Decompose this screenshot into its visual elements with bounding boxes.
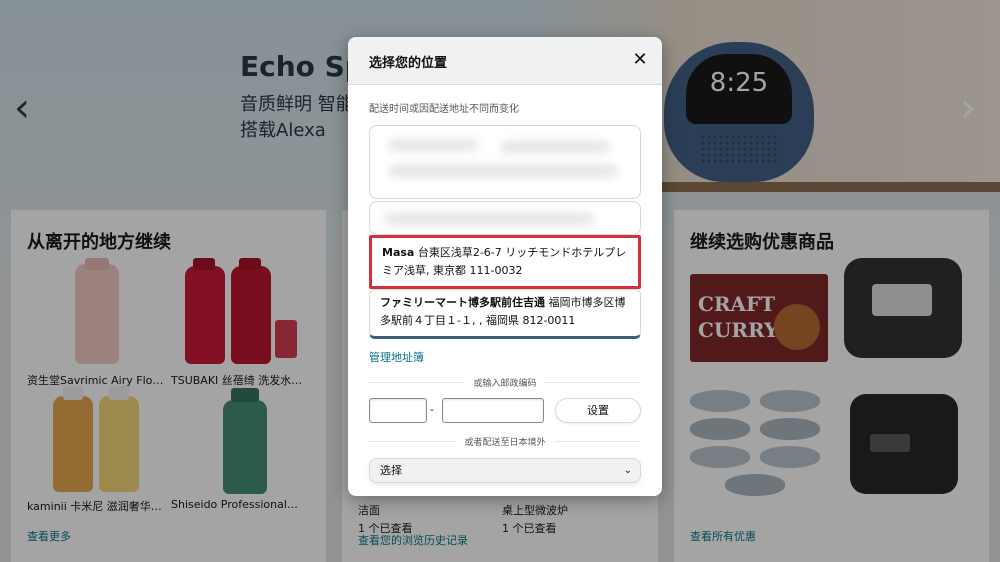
manage-address-book-link[interactable]: 管理地址簿 bbox=[369, 349, 424, 365]
country-select[interactable]: 选择 ⌄ bbox=[369, 458, 641, 483]
chevron-down-icon: ⌄ bbox=[623, 465, 632, 476]
close-icon[interactable]: ✕ bbox=[630, 50, 650, 70]
zip-divider-text: 或输入邮政编码 bbox=[465, 379, 545, 389]
address-detail: 台東区浅草2-6-7 リッチモンドホテルプレミア浅草, 東京都 111-0032 bbox=[382, 246, 627, 277]
modal-header: 选择您的位置 ✕ bbox=[348, 37, 662, 85]
address-option-blurred-2[interactable] bbox=[369, 201, 641, 235]
country-select-value: 选择 bbox=[380, 464, 402, 477]
address-option-blurred[interactable] bbox=[369, 125, 641, 199]
zip-divider-label: 或输入邮政编码 bbox=[348, 376, 662, 389]
address-option-selected[interactable]: Masa 台東区浅草2-6-7 リッチモンドホテルプレミア浅草, 東京都 111… bbox=[369, 235, 641, 289]
address-name: Masa bbox=[382, 246, 415, 259]
address-name: ファミリーマート博多駅前住吉通 bbox=[380, 296, 545, 309]
zip-second-field[interactable] bbox=[442, 398, 544, 423]
location-modal: 选择您的位置 ✕ 配送时间或因配送地址不同而变化 Masa 台東区浅草2-6-7… bbox=[348, 37, 662, 496]
address-option[interactable]: ファミリーマート博多駅前住吉通 福岡市博多区博多駅前４丁目１-１, , 福岡県 … bbox=[369, 289, 641, 339]
intl-divider-label: 或者配送至日本境外 bbox=[348, 435, 662, 448]
zip-dash: - bbox=[430, 403, 434, 416]
modal-title: 选择您的位置 bbox=[369, 56, 448, 71]
intl-divider-text: 或者配送至日本境外 bbox=[456, 438, 554, 448]
delivery-hint: 配送时间或因配送地址不同而变化 bbox=[369, 104, 519, 115]
set-zip-button[interactable]: 设置 bbox=[555, 398, 641, 423]
zip-first-field[interactable] bbox=[369, 398, 427, 423]
